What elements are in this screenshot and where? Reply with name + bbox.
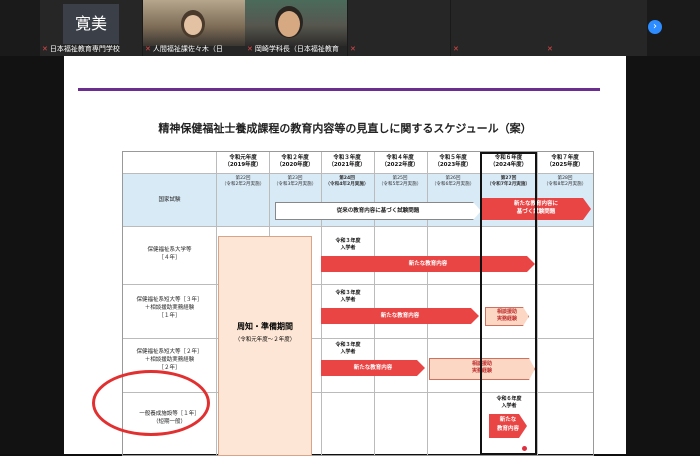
prep-sub: （令和元年度～２年度） — [234, 337, 296, 343]
year-header: 令和５年度 （2023年度） — [434, 155, 472, 168]
participant-video — [143, 0, 245, 46]
participant-tile[interactable]: ✕ 岡崎学科長（日本福祉教育 — [245, 0, 347, 56]
mic-muted-icon: ✕ — [547, 45, 553, 53]
participant-video — [245, 0, 347, 46]
mic-muted-icon: ✕ — [247, 45, 253, 53]
mic-muted-icon: ✕ — [42, 45, 48, 53]
participant-tile[interactable]: ✕ — [348, 0, 450, 56]
participant-tile[interactable]: ✕ — [545, 0, 647, 56]
year-header: 令和３年度 （2021年度） — [328, 155, 366, 168]
pointer-dot — [522, 446, 527, 451]
avatar: 寛美 — [63, 4, 119, 44]
entrants-label: 令和３年度 入学者 — [335, 238, 361, 251]
exam-cell: 第28回 （令和8年2月実施） — [543, 176, 587, 187]
row-label-short2: 保健福祉系短大等［２年］ ＋相談援助実務経験 ［２年］ — [136, 349, 203, 371]
row-label-short3: 保健福祉系短大等［３年］ ＋相談援助実務経験 ［１年］ — [136, 297, 203, 319]
row-label-univ: 保健福祉系大学等 ［４年］ — [147, 247, 192, 261]
exam-cell: 第25回 （令和5年2月実施） — [378, 176, 422, 187]
entrants-label: 令和３年度 入学者 — [335, 290, 361, 303]
exam-cell: 第26回 （令和6年2月実施） — [431, 176, 475, 187]
new-content-arrow: 新たな教育内容 — [321, 308, 479, 324]
row-label-exam: 国家試験 — [158, 197, 181, 203]
exam-cell: 第22回 （令和2年2月実施） — [221, 176, 265, 187]
year-header: 令和２年度 （2020年度） — [276, 155, 314, 168]
participant-strip: 寛美 ✕ 日本福祉教育専門学校 ✕ 人間福祉課佐々木（日 ✕ 岡崎学科長（日本福祉教育… — [0, 0, 700, 56]
old-exam-arrow: 従来の教育内容に基づく試験問題 — [275, 202, 481, 220]
new-content-arrow: 新たな教育内容 — [321, 360, 425, 376]
slide-divider — [78, 88, 600, 91]
slide-title: 精神保健福祉士養成課程の教育内容等の見直しに関するスケジュール（案） — [158, 122, 532, 135]
prep-title: 周知・準備期間 — [237, 322, 293, 331]
participant-tile[interactable]: ✕ 人間福祉課佐々木（日 — [143, 0, 245, 56]
exam-cell: 第24回 （令和4年2月実施） — [325, 176, 369, 187]
year-header: 令和４年度 （2022年度） — [381, 155, 419, 168]
year-header: 令和元年度 （2019年度） — [224, 155, 262, 168]
annotation-oval — [92, 370, 210, 436]
entrants-label: 令和３年度 入学者 — [335, 342, 361, 355]
exam-cell: 第23回 （令和3年2月実施） — [273, 176, 317, 187]
participant-tile[interactable]: ✕ — [451, 0, 553, 56]
participant-tile[interactable]: 寛美 ✕ 日本福祉教育専門学校 — [40, 0, 142, 56]
mic-muted-icon: ✕ — [453, 45, 459, 53]
year-header: 令和７年度 （2025年度） — [546, 155, 584, 168]
highlight-box-2024 — [480, 152, 537, 455]
mic-muted-icon: ✕ — [350, 45, 356, 53]
prep-period-box: 周知・準備期間 （令和元年度～２年度） — [218, 236, 312, 456]
mic-muted-icon: ✕ — [145, 45, 151, 53]
next-page-button[interactable]: › — [648, 20, 662, 34]
